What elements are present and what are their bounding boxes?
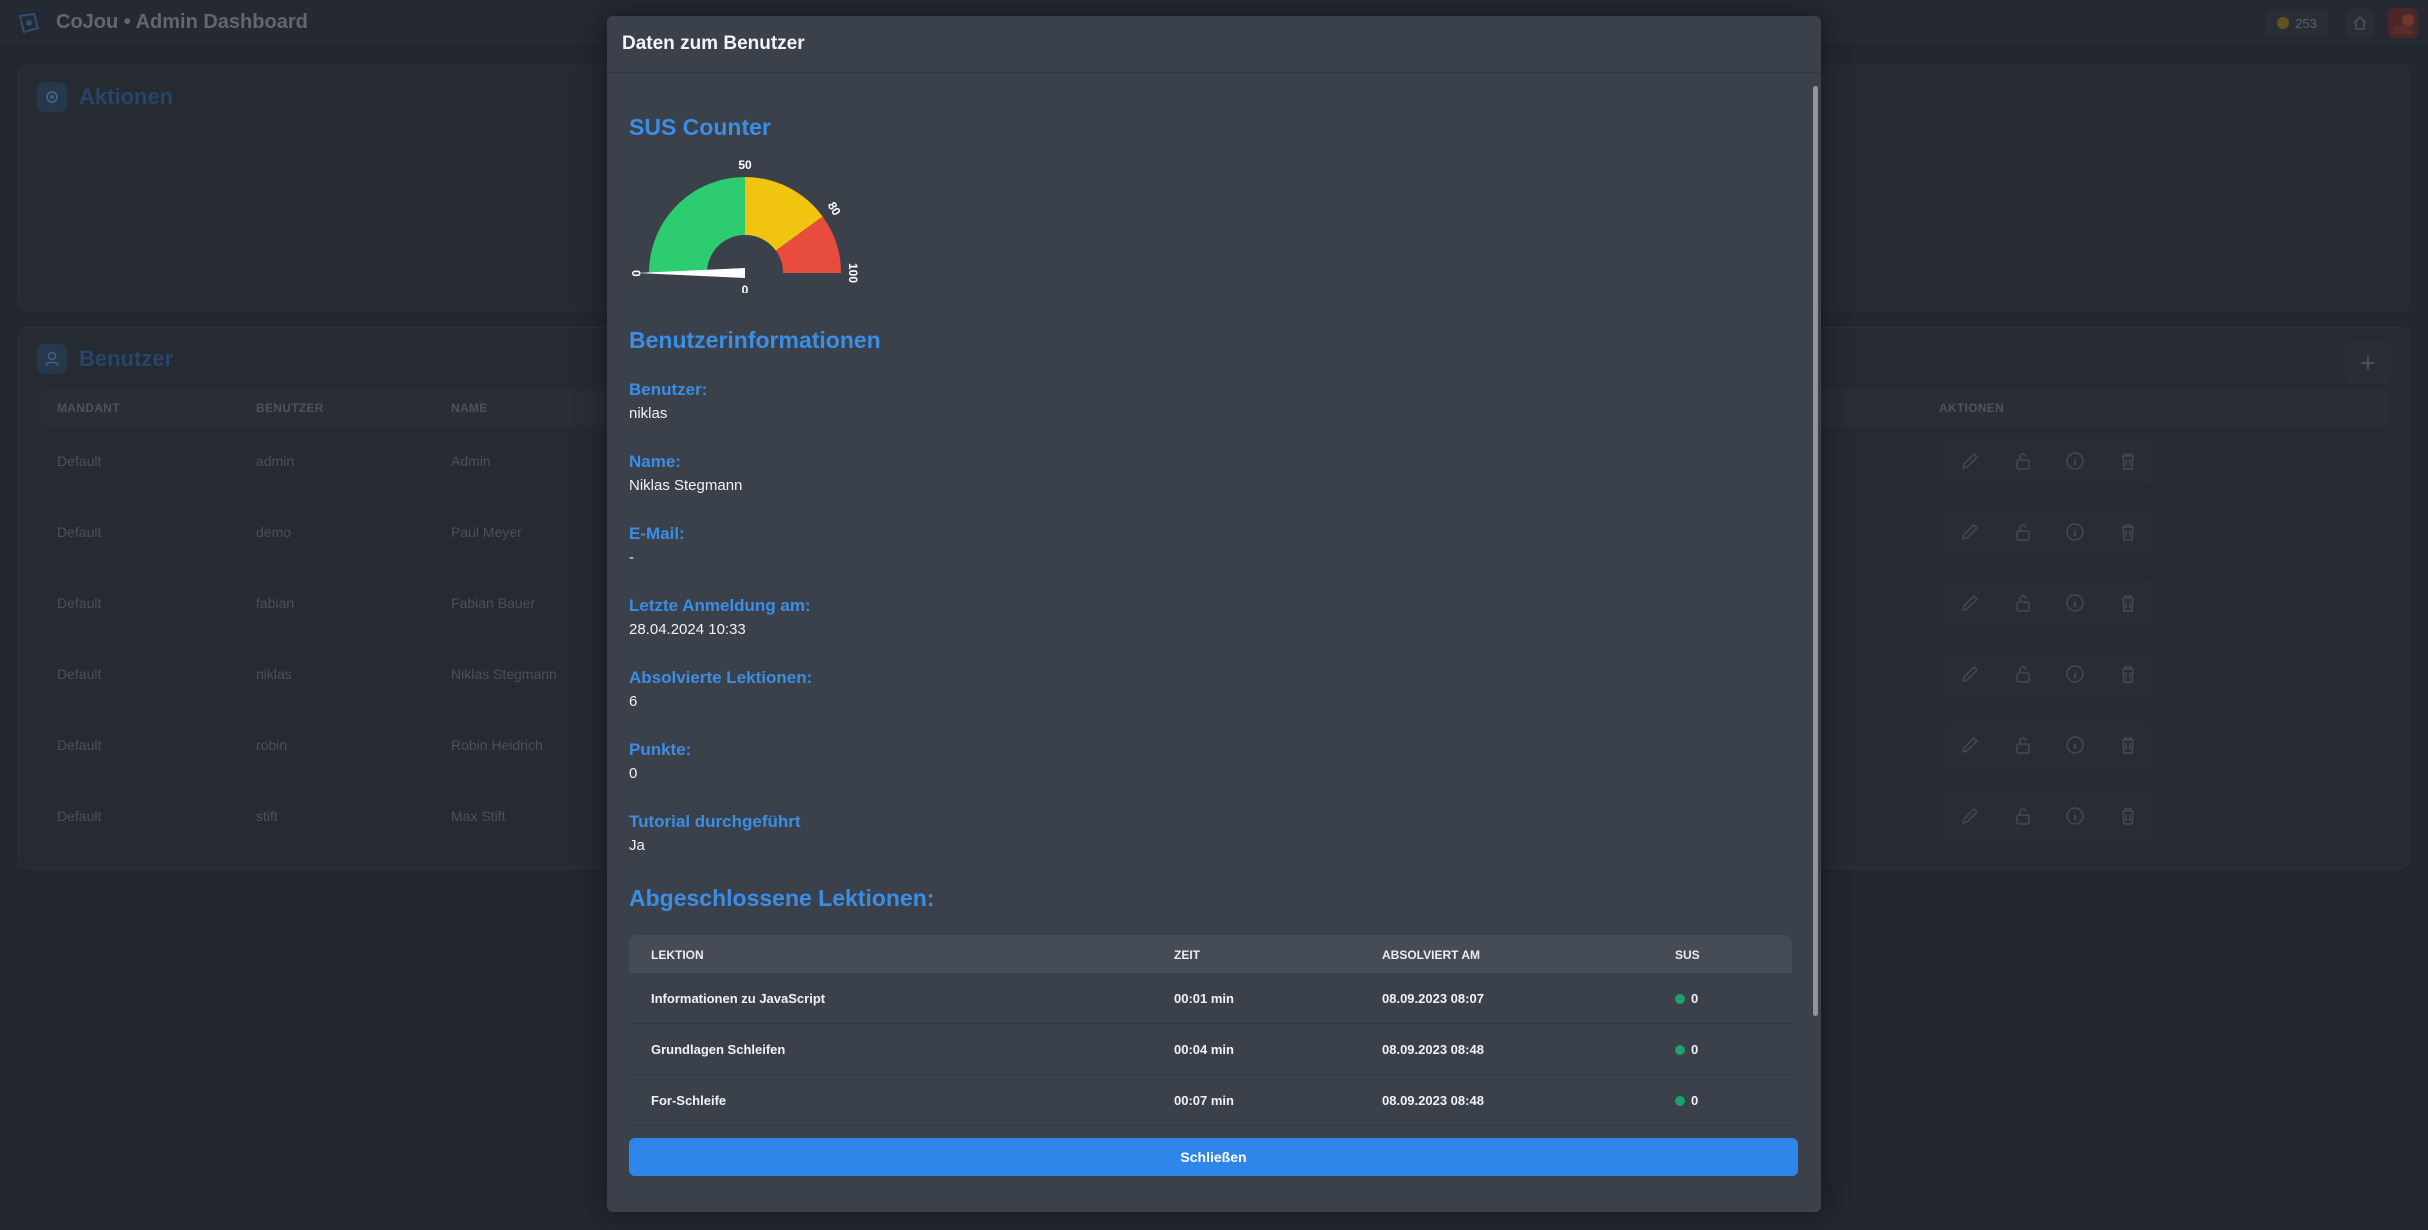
lesson-row: Informationen zu JavaScript 00:01 min 08.0… [629, 973, 1792, 1024]
cell-lektion: For-Schleife [651, 1093, 727, 1108]
field-value: 0 [629, 765, 638, 782]
user-details-modal: Daten zum Benutzer SUS Counter 0 50 80 1… [607, 16, 1821, 1212]
column-header-absolviert-am: ABSOLVIERT AM [1382, 948, 1480, 962]
gauge-value-label: 0 [742, 283, 749, 293]
modal-header: Daten zum Benutzer [607, 16, 1821, 73]
modal-scrollbar[interactable] [1813, 76, 1819, 1131]
sus-counter-title: SUS Counter [629, 114, 771, 140]
column-header-sus: SUS [1675, 948, 1700, 962]
sus-value: 0 [1691, 1042, 1699, 1057]
field-value: niklas [629, 405, 668, 422]
cell-zeit: 00:04 min [1174, 1042, 1234, 1057]
status-dot-icon [1675, 1096, 1685, 1106]
field-label: Absolvierte Lektionen: [629, 668, 813, 687]
cell-lektion: Informationen zu JavaScript [651, 991, 826, 1006]
field-value: - [629, 549, 634, 566]
field-label: Benutzer: [629, 380, 708, 399]
column-header-lektion: LEKTION [651, 948, 704, 962]
cell-sus: 0 [1675, 1042, 1698, 1057]
sus-gauge: 0 50 80 100 0 [629, 158, 860, 293]
lesson-row: Grundlagen Schleifen 00:04 min 08.09.2023 … [629, 1024, 1792, 1075]
sus-value: 0 [1691, 1093, 1699, 1108]
status-dot-icon [1675, 1045, 1685, 1055]
sus-value: 0 [1691, 991, 1699, 1006]
gauge-label-80: 80 [825, 199, 844, 218]
field-label: E-Mail: [629, 524, 685, 543]
modal-scrollbar-thumb[interactable] [1813, 86, 1818, 1016]
cell-lektion: Grundlagen Schleifen [651, 1042, 786, 1057]
gauge-label-max: 100 [846, 263, 860, 283]
lessons-table: LEKTION ZEIT ABSOLVIERT AM SUS Informati… [629, 935, 1792, 1132]
modal-body[interactable]: SUS Counter 0 50 80 100 0 Benutzerinform… [607, 73, 1807, 1132]
column-header-zeit: ZEIT [1174, 948, 1200, 962]
field-label: Letzte Anmeldung am: [629, 596, 811, 615]
close-button[interactable]: Schließen [629, 1138, 1798, 1176]
cell-datum: 08.09.2023 08:48 [1382, 1042, 1484, 1057]
gauge-label-50: 50 [738, 158, 752, 172]
cell-datum: 08.09.2023 08:48 [1382, 1093, 1484, 1108]
cell-sus: 0 [1675, 991, 1698, 1006]
modal-title: Daten zum Benutzer [622, 33, 805, 54]
cell-datum: 08.09.2023 08:07 [1382, 991, 1484, 1006]
lessons-table-header: LEKTION ZEIT ABSOLVIERT AM SUS [629, 935, 1792, 973]
user-info-title: Benutzerinformationen [629, 327, 881, 353]
field-value: Niklas Stegmann [629, 477, 743, 494]
modal-footer: Schließen [607, 1132, 1821, 1212]
cell-zeit: 00:07 min [1174, 1093, 1234, 1108]
gauge-label-min: 0 [629, 270, 643, 277]
cell-sus: 0 [1675, 1093, 1698, 1108]
field-label: Tutorial durchgeführt [629, 812, 801, 831]
status-dot-icon [1675, 994, 1685, 1004]
field-label: Punkte: [629, 740, 692, 759]
field-value: 28.04.2024 10:33 [629, 621, 746, 638]
field-value: 6 [629, 693, 638, 710]
field-value: Ja [629, 837, 645, 854]
lessons-title: Abgeschlossene Lektionen: [629, 885, 935, 911]
lesson-row: For-Schleife 00:07 min 08.09.2023 08:48 0 [629, 1075, 1792, 1126]
field-label: Name: [629, 452, 681, 471]
cell-zeit: 00:01 min [1174, 991, 1234, 1006]
